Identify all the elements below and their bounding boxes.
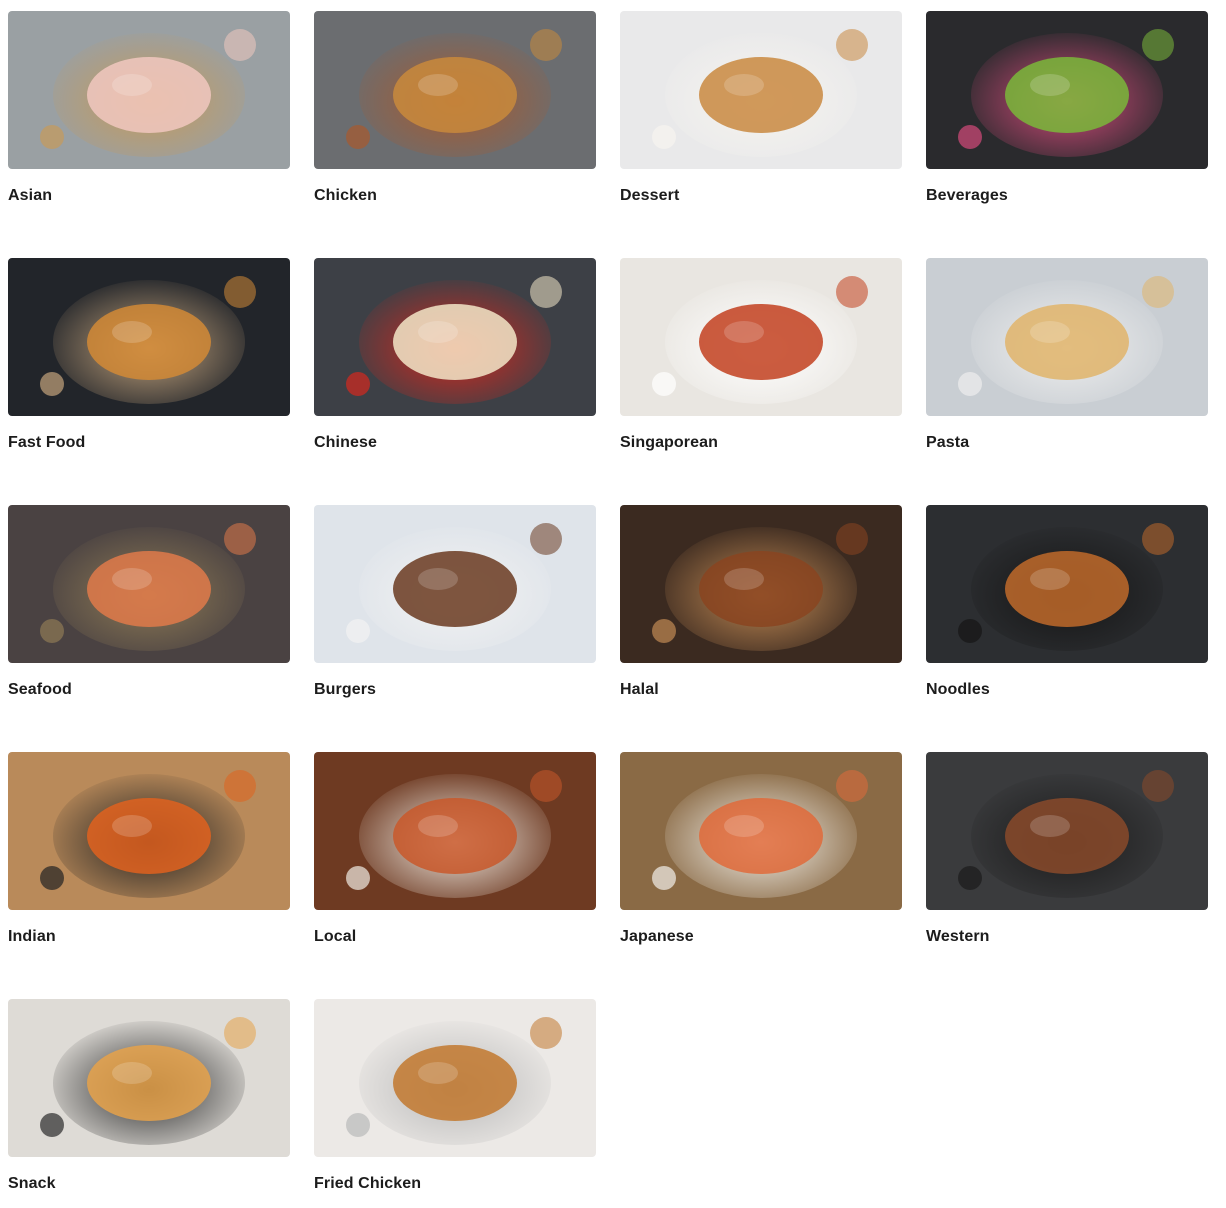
- wok-noodles-image[interactable]: [926, 505, 1208, 663]
- category-card-noodles[interactable]: Noodles: [926, 505, 1208, 698]
- dim-sum-steamer-image[interactable]: [8, 11, 290, 169]
- curry-bowls-image[interactable]: [314, 752, 596, 910]
- category-card-burgers[interactable]: Burgers: [314, 505, 596, 698]
- category-card-pasta[interactable]: Pasta: [926, 258, 1208, 451]
- category-card-dessert[interactable]: Dessert: [620, 11, 902, 204]
- prawn-pan-image[interactable]: [8, 505, 290, 663]
- category-label: Beverages: [926, 187, 1008, 204]
- sushi-image[interactable]: [620, 752, 902, 910]
- category-label: Pasta: [926, 434, 970, 451]
- category-card-fried-chicken[interactable]: Fried Chicken: [314, 999, 596, 1192]
- category-label: Dessert: [620, 187, 680, 204]
- chilli-crab-image[interactable]: [620, 258, 902, 416]
- cupcakes-image[interactable]: [620, 11, 902, 169]
- category-label: Halal: [620, 681, 659, 698]
- buns-image[interactable]: [8, 999, 290, 1157]
- smoothies-image[interactable]: [926, 11, 1208, 169]
- category-label: Burgers: [314, 681, 377, 698]
- category-card-asian[interactable]: Asian: [8, 11, 290, 204]
- curry-and-naan-image[interactable]: [8, 752, 290, 910]
- category-label: Snack: [8, 1175, 56, 1192]
- category-label: Local: [314, 928, 357, 945]
- category-label: Indian: [8, 928, 56, 945]
- category-card-japanese[interactable]: Japanese: [620, 752, 902, 945]
- category-card-chinese[interactable]: Chinese: [314, 258, 596, 451]
- burger-and-fries-image[interactable]: [314, 505, 596, 663]
- category-label: Japanese: [620, 928, 694, 945]
- category-card-singaporean[interactable]: Singaporean: [620, 258, 902, 451]
- rendang-image[interactable]: [620, 505, 902, 663]
- category-card-fast-food[interactable]: Fast Food: [8, 258, 290, 451]
- category-label: Seafood: [8, 681, 72, 698]
- category-card-seafood[interactable]: Seafood: [8, 505, 290, 698]
- burgers-on-paper-image[interactable]: [8, 258, 290, 416]
- category-grid: Asian Chicken Dessert Beverages Fast Food Chi…: [0, 0, 1226, 1208]
- category-label: Asian: [8, 187, 53, 204]
- category-card-western[interactable]: Western: [926, 752, 1208, 945]
- noodle-soup-image[interactable]: [314, 258, 596, 416]
- category-card-beverages[interactable]: Beverages: [926, 11, 1208, 204]
- steak-pan-image[interactable]: [926, 752, 1208, 910]
- category-card-halal[interactable]: Halal: [620, 505, 902, 698]
- category-card-local[interactable]: Local: [314, 752, 596, 945]
- category-card-indian[interactable]: Indian: [8, 752, 290, 945]
- category-card-chicken[interactable]: Chicken: [314, 11, 596, 204]
- category-label: Noodles: [926, 681, 990, 698]
- pasta-plate-image[interactable]: [926, 258, 1208, 416]
- category-label: Western: [926, 928, 990, 945]
- category-label: Chicken: [314, 187, 377, 204]
- category-label: Singaporean: [620, 434, 719, 451]
- category-card-snack[interactable]: Snack: [8, 999, 290, 1192]
- roast-chicken-image[interactable]: [314, 11, 596, 169]
- fried-chicken-basket-image[interactable]: [314, 999, 596, 1157]
- category-label: Chinese: [314, 434, 377, 451]
- category-label: Fried Chicken: [314, 1175, 422, 1192]
- category-label: Fast Food: [8, 434, 86, 451]
